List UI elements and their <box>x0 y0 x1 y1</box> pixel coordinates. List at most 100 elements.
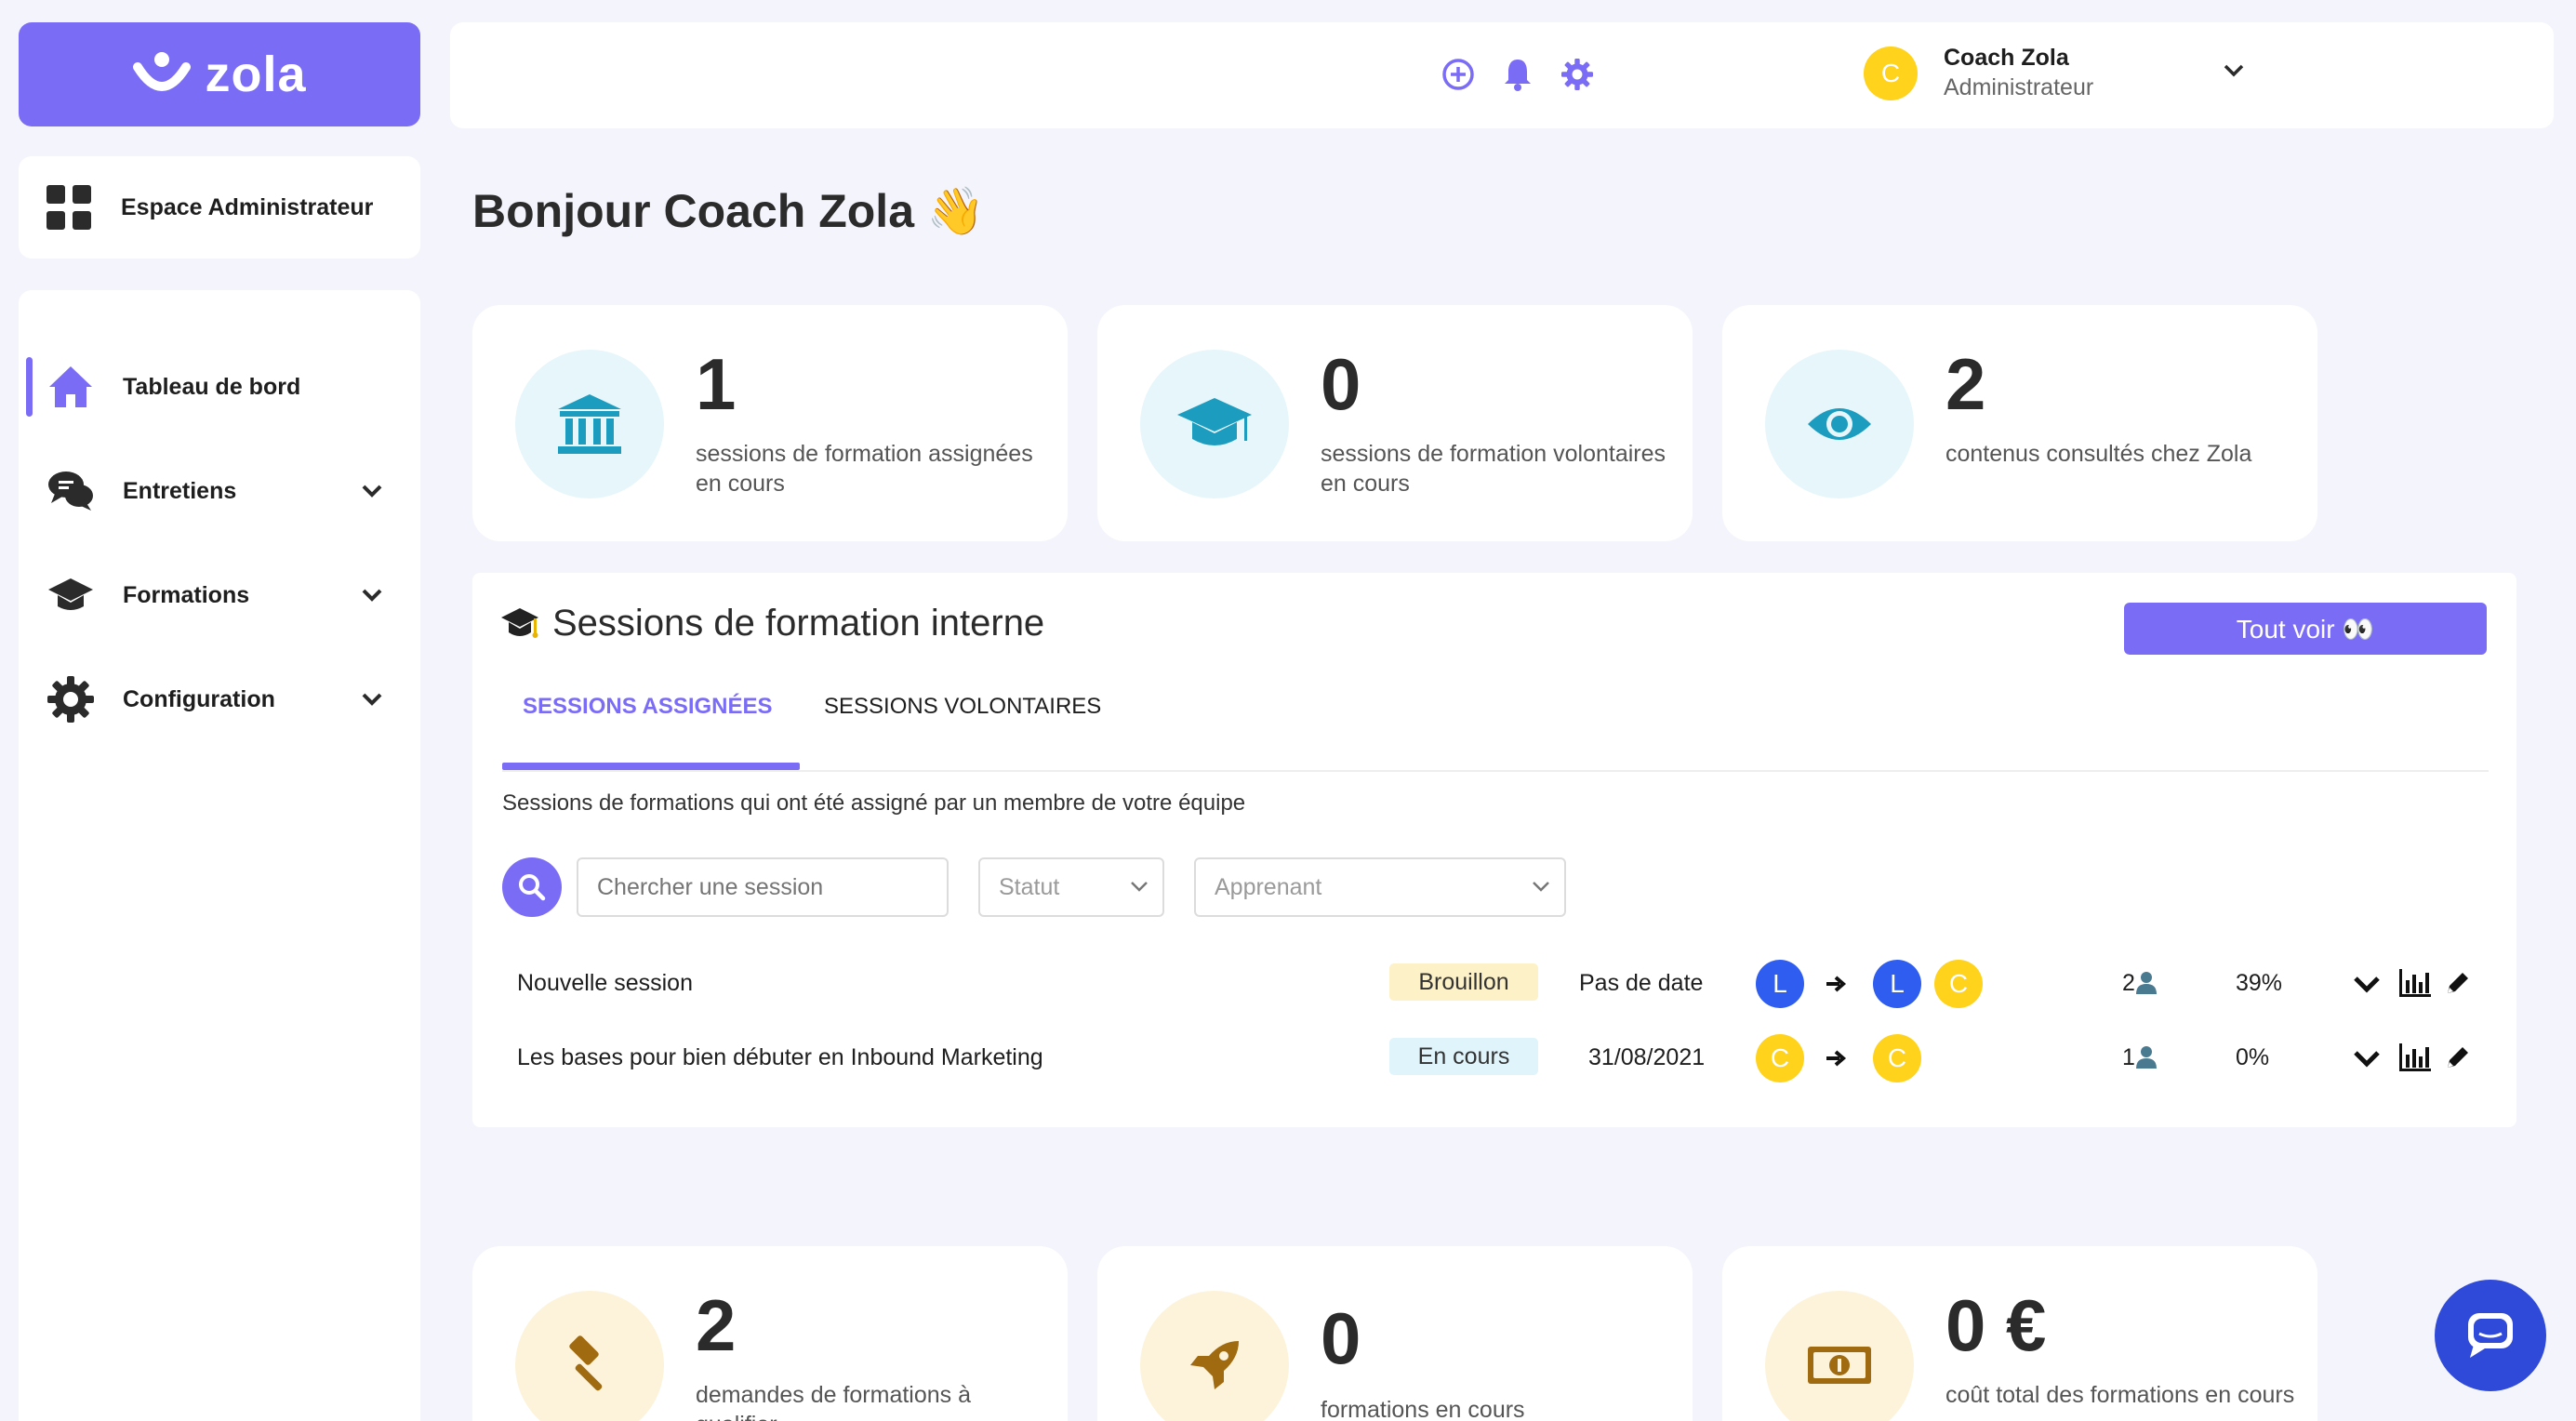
brand-logo[interactable]: zola <box>19 22 420 126</box>
graduation-cap-icon <box>1177 398 1252 445</box>
search-button[interactable] <box>502 857 562 917</box>
bank-icon <box>558 394 621 454</box>
chevron-down-icon[interactable] <box>2353 975 2381 995</box>
stat-label: sessions de formation volontaires en cou… <box>1321 441 1666 497</box>
stat-card-ongoing-trainings: 0 formations en cours <box>1097 1246 1693 1421</box>
stat-card-training-cost: 0 € coût total des formations en cours <box>1722 1246 2317 1421</box>
page-title: Bonjour Coach Zola 👋 <box>472 185 986 237</box>
sidebar-item-label: Entretiens <box>123 477 237 504</box>
participants-count: 2 <box>2122 950 2158 1016</box>
stat-card-viewed-content: 2 contenus consultés chez Zola <box>1722 305 2317 541</box>
tab-voluntary-sessions[interactable]: SESSIONS VOLONTAIRES <box>824 694 1101 720</box>
stat-value: 0 <box>1321 343 1361 425</box>
stat-label: coût total des formations en cours <box>1945 1382 2295 1408</box>
status-badge: Brouillon <box>1389 963 1538 1001</box>
sidebar-item-interviews[interactable]: Entretiens <box>19 454 420 528</box>
arrow-right-icon <box>1826 1050 1847 1067</box>
progress-value: 0% <box>2236 1043 2270 1070</box>
add-button[interactable] <box>1440 56 1477 93</box>
chat-widget-button[interactable] <box>2435 1280 2546 1391</box>
progress-value: 39% <box>2236 969 2283 996</box>
chat-bubbles-icon <box>48 471 93 511</box>
active-indicator <box>26 357 33 417</box>
chevron-down-icon <box>362 589 382 602</box>
bar-chart-icon[interactable] <box>2397 1043 2431 1071</box>
gear-icon <box>47 676 94 723</box>
user-icon <box>2135 1046 2157 1069</box>
participants-value: 1 <box>2122 1043 2135 1070</box>
stat-card-assigned-sessions: 1 sessions de formation assignées en cou… <box>472 305 1068 541</box>
chevron-down-icon[interactable] <box>2353 1049 2381 1069</box>
stat-label: formations en cours <box>1321 1397 1525 1421</box>
session-name[interactable]: Les bases pour bien débuter en Inbound M… <box>517 1025 1043 1090</box>
chevron-down-icon <box>362 693 382 706</box>
grid-icon <box>46 185 91 230</box>
sidebar-item-dashboard[interactable]: Tableau de bord <box>19 350 420 424</box>
stat-value: 1 <box>696 343 737 425</box>
brand-name: zola <box>205 46 307 102</box>
tab-assigned-sessions[interactable]: SESSIONS ASSIGNÉES <box>523 694 773 720</box>
status-select-value: Statut <box>999 873 1060 900</box>
sidebar-nav: Tableau de bord Entretiens Formations Co… <box>19 290 420 1421</box>
bar-chart-icon[interactable] <box>2397 969 2431 997</box>
user-avatar[interactable]: C <box>1864 46 1918 100</box>
tabs-divider <box>502 770 2489 772</box>
chevron-down-icon <box>362 485 382 498</box>
stat-value: 0 € <box>1945 1284 2047 1366</box>
see-all-button[interactable]: Tout voir 👀 <box>2124 603 2487 655</box>
stat-value: 2 <box>1945 343 1986 425</box>
graduation-cap-icon <box>501 608 538 638</box>
internal-sessions-panel: Sessions de formation interne Tout voir … <box>472 573 2516 1127</box>
user-menu-chevron-icon[interactable] <box>2223 63 2245 78</box>
active-tab-indicator <box>502 763 800 770</box>
chat-icon <box>2468 1313 2513 1358</box>
stat-label: sessions de formation assignées en cours <box>696 441 1033 497</box>
search-input[interactable] <box>577 857 949 917</box>
avatar: C <box>1873 1034 1921 1082</box>
sidebar-item-trainings[interactable]: Formations <box>19 558 420 632</box>
user-name[interactable]: Coach Zola <box>1944 45 2069 72</box>
participants-count: 1 <box>2122 1025 2158 1090</box>
session-date: Pas de date <box>1579 969 1704 996</box>
banknote-icon <box>1808 1347 1871 1384</box>
settings-button[interactable] <box>1559 56 1596 93</box>
rocket-icon <box>1190 1341 1239 1389</box>
avatar: C <box>1934 960 1983 1008</box>
arrow-right-icon <box>1826 976 1847 992</box>
sidebar-item-configuration[interactable]: Configuration <box>19 662 420 737</box>
eye-icon <box>1808 408 1871 440</box>
user-role: Administrateur <box>1944 74 2094 100</box>
stat-label: demandes de formations à qualifier <box>696 1382 972 1421</box>
search-icon <box>519 874 546 901</box>
table-row[interactable]: Les bases pour bien débuter en Inbound M… <box>472 1025 2516 1090</box>
bell-icon <box>1505 60 1531 91</box>
top-bar: C Coach Zola Administrateur <box>450 22 2554 128</box>
status-badge: En cours <box>1389 1038 1538 1075</box>
sidebar-item-label: Configuration <box>123 685 275 712</box>
stat-card-training-requests: 2 demandes de formations à qualifier <box>472 1246 1068 1421</box>
avatar: L <box>1756 960 1804 1008</box>
learner-select[interactable]: Apprenant <box>1194 857 1566 917</box>
graduation-cap-icon <box>48 578 93 610</box>
gear-icon <box>1561 59 1593 90</box>
avatar: C <box>1756 1034 1804 1082</box>
learner-select-value: Apprenant <box>1215 873 1322 900</box>
home-icon <box>49 366 92 407</box>
stat-value: 2 <box>696 1284 737 1366</box>
panel-title: Sessions de formation interne <box>552 603 1045 644</box>
chevron-down-icon <box>1533 882 1549 892</box>
session-date: 31/08/2021 <box>1588 1043 1706 1070</box>
sidebar-item-label: Formations <box>123 581 250 608</box>
avatar: L <box>1873 960 1921 1008</box>
notifications-button[interactable] <box>1499 56 1536 93</box>
participants-value: 2 <box>2122 969 2135 996</box>
stat-card-voluntary-sessions: 0 sessions de formation volontaires en c… <box>1097 305 1693 541</box>
admin-space[interactable]: Espace Administrateur <box>19 156 420 259</box>
user-icon <box>2135 972 2157 994</box>
pencil-icon[interactable] <box>2444 1043 2472 1071</box>
session-name[interactable]: Nouvelle session <box>517 950 693 1016</box>
table-row[interactable]: Nouvelle session Brouillon Pas de date L… <box>472 950 2516 1016</box>
status-select[interactable]: Statut <box>978 857 1164 917</box>
pencil-icon[interactable] <box>2444 969 2472 997</box>
chevron-down-icon <box>1131 882 1148 892</box>
